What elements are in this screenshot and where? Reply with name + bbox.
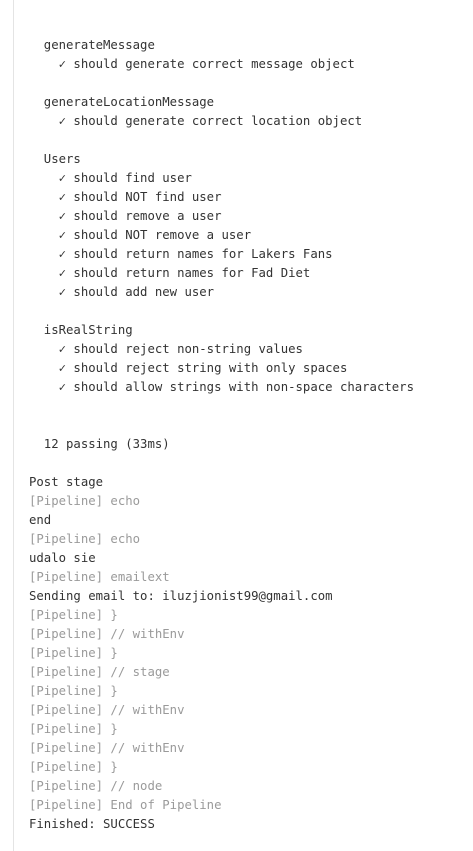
- pipeline-line-normal: udalo sie: [29, 551, 96, 565]
- pipeline-line-pipeline: [Pipeline] echo: [29, 532, 141, 546]
- test-line-suite: Users: [29, 152, 81, 166]
- test-line-test: ✓ should generate correct location objec…: [29, 114, 363, 128]
- test-line-test: ✓ should add new user: [29, 285, 215, 299]
- pipeline-line-normal: Sending email to: iluzjionist99@gmail.co…: [29, 589, 333, 603]
- pipeline-line-pipeline: [Pipeline] echo: [29, 494, 141, 508]
- test-results-block: generateMessage ✓ should generate correc…: [29, 17, 414, 473]
- pipeline-line-pipeline: [Pipeline] }: [29, 608, 118, 622]
- test-line-blank: [29, 454, 414, 473]
- pipeline-line-pipeline: [Pipeline] // stage: [29, 665, 170, 679]
- test-line-test: ✓ should return names for Lakers Fans: [29, 247, 333, 261]
- test-line-blank: [29, 131, 414, 150]
- pipeline-line-pipeline: [Pipeline] }: [29, 722, 118, 736]
- pipeline-line-pipeline: [Pipeline] }: [29, 684, 118, 698]
- test-line-test: ✓ should find user: [29, 171, 192, 185]
- pipeline-line-normal: Post stage: [29, 475, 104, 489]
- test-line-summary: 12 passing (33ms): [29, 437, 170, 451]
- pipeline-line-pipeline: [Pipeline] // node: [29, 779, 163, 793]
- pipeline-line-pipeline: [Pipeline] }: [29, 646, 118, 660]
- console-left-border: [13, 0, 14, 851]
- pipeline-line-pipeline: [Pipeline] }: [29, 760, 118, 774]
- test-line-blank: [29, 74, 414, 93]
- test-line-blank: [29, 397, 414, 416]
- test-line-blank: [29, 17, 414, 36]
- pipeline-line-pipeline: [Pipeline] End of Pipeline: [29, 798, 222, 812]
- test-line-suite: isRealString: [29, 323, 133, 337]
- test-line-test: ✓ should NOT find user: [29, 190, 222, 204]
- test-line-test: ✓ should generate correct message object: [29, 57, 355, 71]
- test-line-blank: [29, 416, 414, 435]
- test-line-test: ✓ should reject string with only spaces: [29, 361, 348, 375]
- test-line-test: ✓ should remove a user: [29, 209, 222, 223]
- test-line-test: ✓ should NOT remove a user: [29, 228, 252, 242]
- pipeline-line-pipeline: [Pipeline] // withEnv: [29, 703, 185, 717]
- console-output: generateMessage ✓ should generate correc…: [29, 17, 414, 834]
- pipeline-line-normal: Finished: SUCCESS: [29, 817, 155, 831]
- pipeline-log-block: Post stage [Pipeline] echo end [Pipeline] e…: [29, 473, 414, 834]
- pipeline-line-normal: end: [29, 513, 52, 527]
- test-line-test: ✓ should return names for Fad Diet: [29, 266, 311, 280]
- pipeline-line-pipeline: [Pipeline] // withEnv: [29, 627, 185, 641]
- test-line-suite: generateMessage: [29, 38, 155, 52]
- pipeline-line-pipeline: [Pipeline] // withEnv: [29, 741, 185, 755]
- test-line-blank: [29, 302, 414, 321]
- test-line-test: ✓ should reject non-string values: [29, 342, 303, 356]
- test-line-suite: generateLocationMessage: [29, 95, 215, 109]
- pipeline-line-pipeline: [Pipeline] emailext: [29, 570, 170, 584]
- test-line-test: ✓ should allow strings with non-space ch…: [29, 380, 414, 394]
